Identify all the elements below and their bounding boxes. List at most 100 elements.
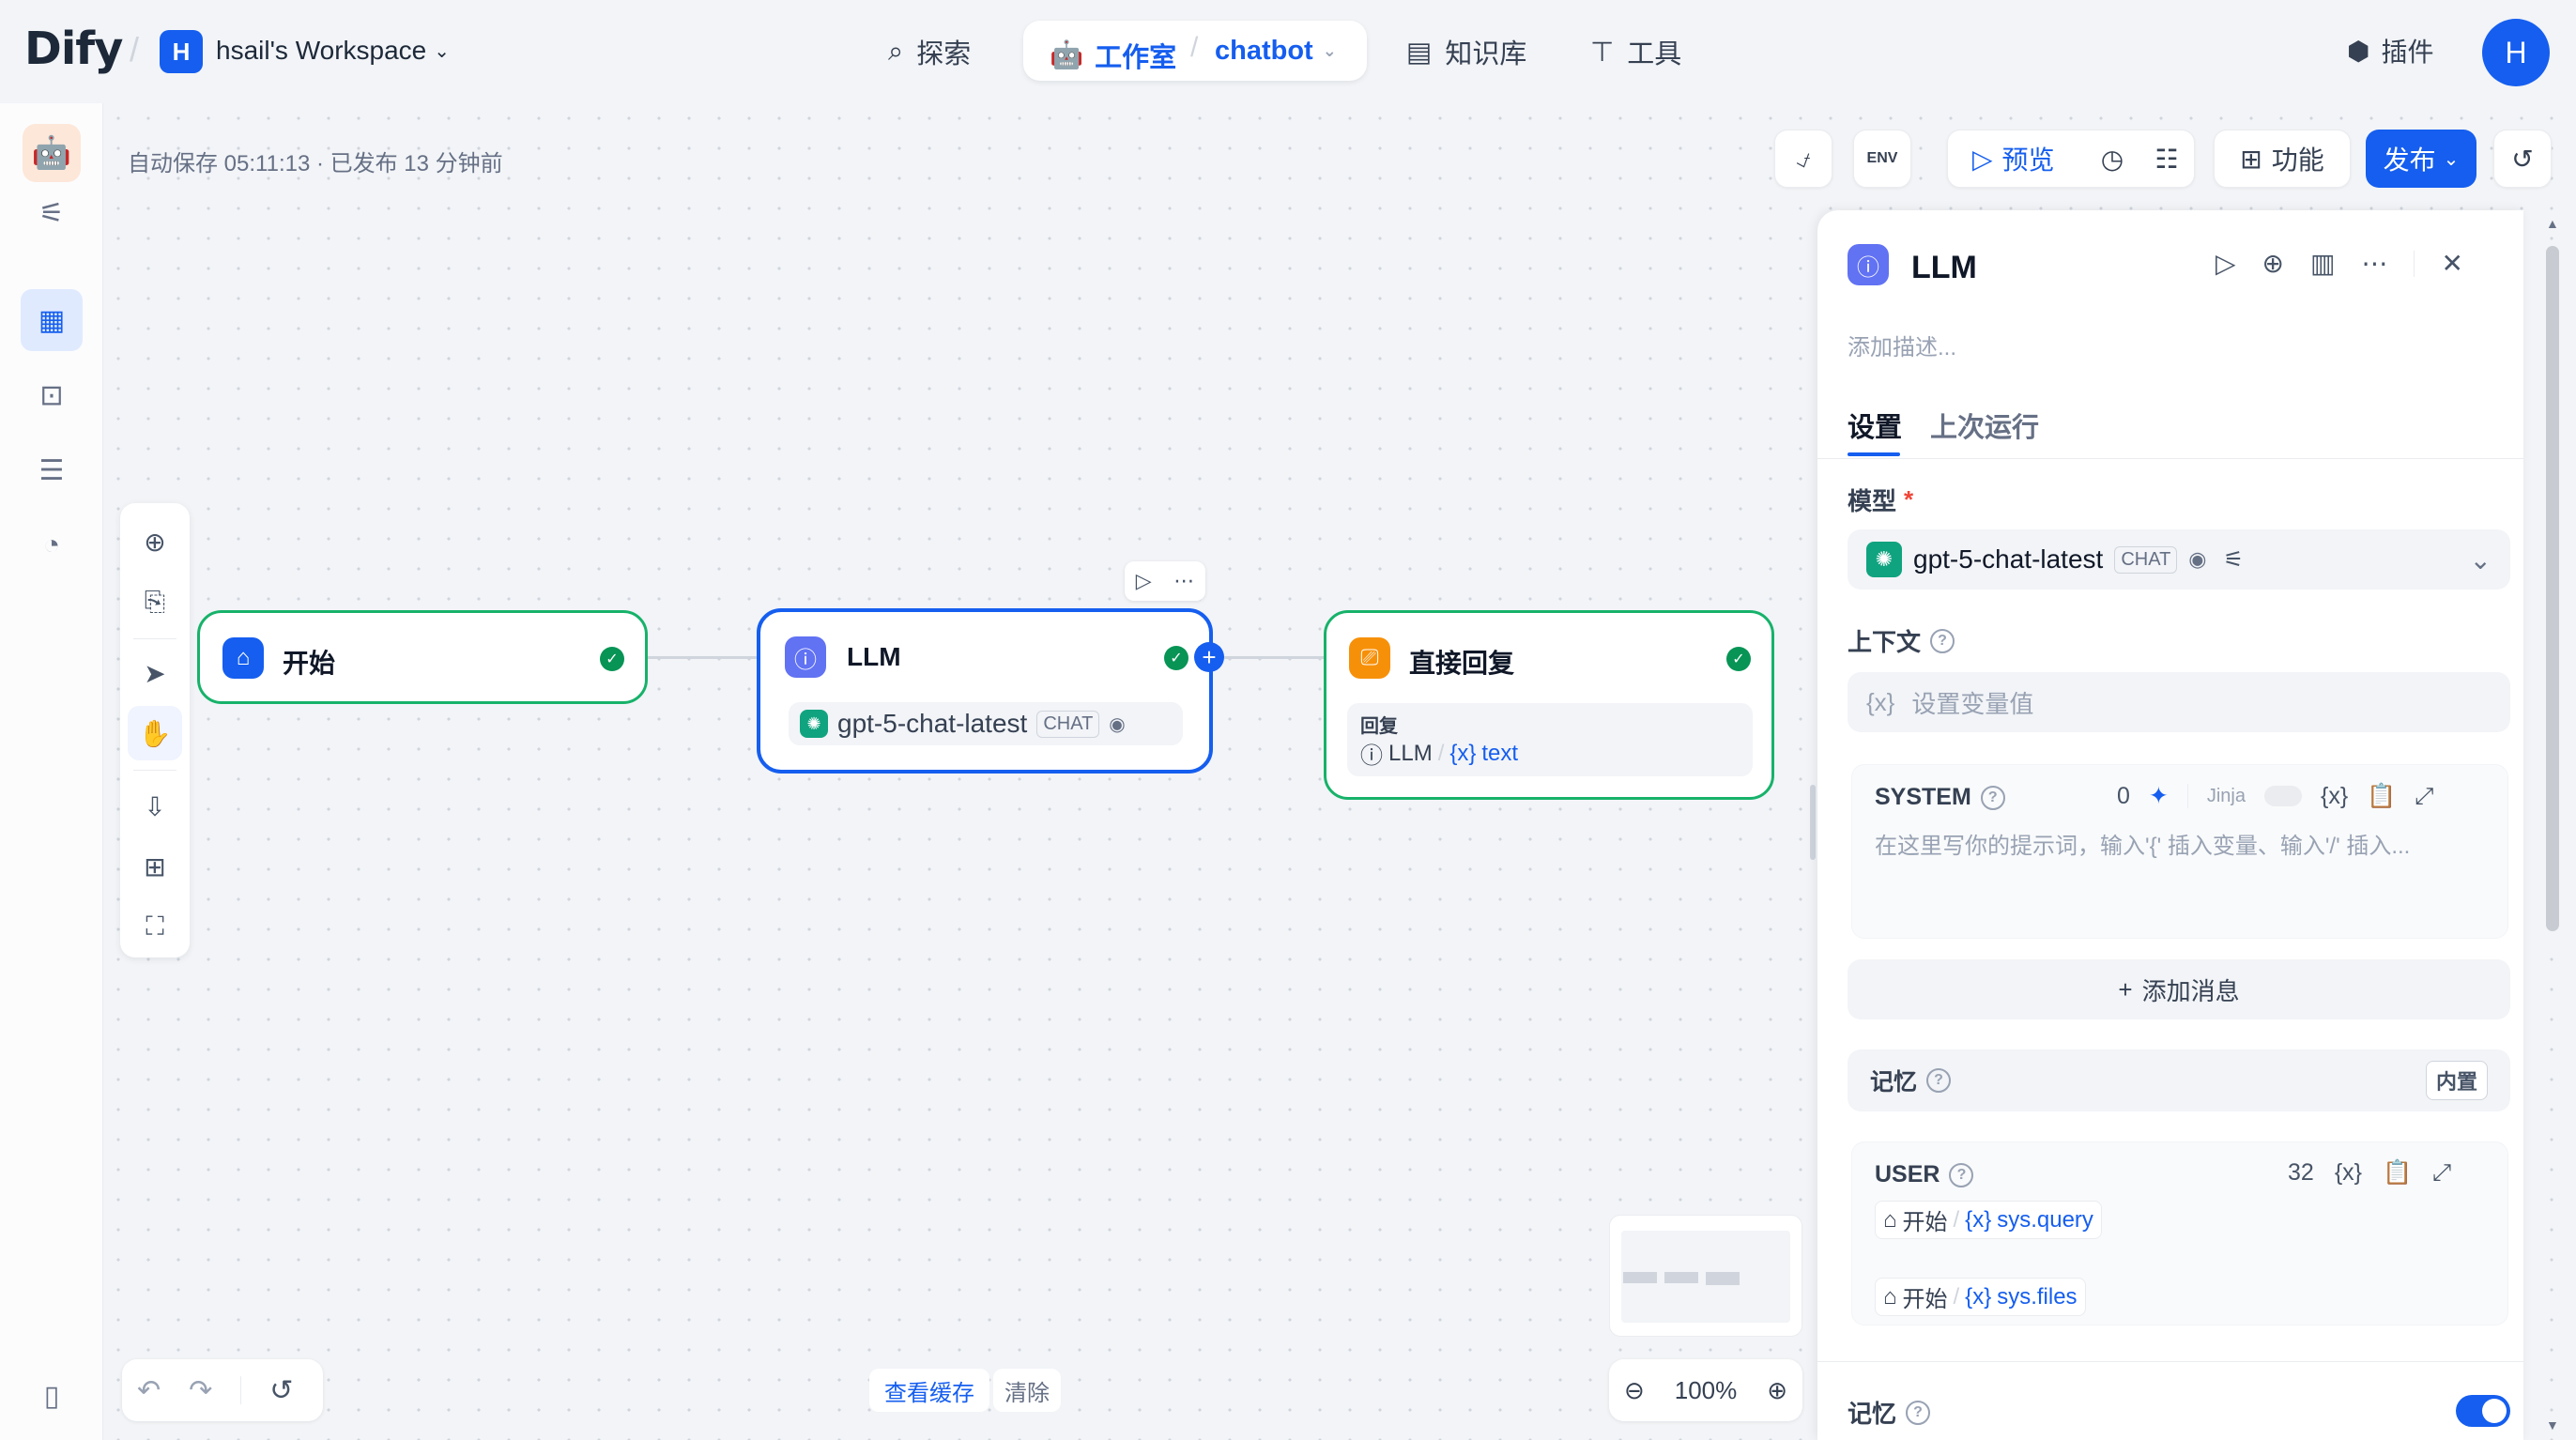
zoom-controls: ⊖ 100% ⊕ bbox=[1609, 1359, 1802, 1421]
variable-icon: {x} bbox=[1965, 1206, 1992, 1233]
active-tab-indicator bbox=[1848, 452, 1900, 456]
zoom-out-icon[interactable]: ⊖ bbox=[1624, 1376, 1645, 1405]
run-node-icon[interactable]: ▷ bbox=[1136, 569, 1152, 593]
user-var-files[interactable]: ⌂ 开始 / {x} sys.files bbox=[1875, 1278, 2086, 1316]
memory-toggle[interactable] bbox=[2456, 1395, 2510, 1427]
direct-reply-node[interactable]: ⎚ 直接回复 ✓ 回复 ⓘ LLM / {x} text bbox=[1324, 610, 1774, 800]
plugin-box-icon: ⬢ bbox=[2347, 36, 2370, 66]
monitor-gauge-icon[interactable]: ◔ bbox=[21, 514, 83, 576]
tool-icon: ⊤ bbox=[1590, 37, 1615, 68]
sliders-icon[interactable]: ⚟ bbox=[2224, 546, 2245, 574]
organize-blocks-icon[interactable]: ⊞ bbox=[128, 839, 182, 894]
nav-plugins[interactable]: ⬢ 插件 bbox=[2347, 32, 2433, 69]
jinja-toggle[interactable] bbox=[2264, 786, 2302, 806]
compass-icon: ⌕ bbox=[888, 36, 904, 67]
clipboard-icon[interactable]: 📋 bbox=[2367, 783, 2396, 810]
nav-explore[interactable]: ⌕ 探索 bbox=[888, 28, 971, 75]
variable-icon[interactable]: {x} bbox=[2335, 1159, 2362, 1187]
preview-button[interactable]: ▷ 预览 bbox=[1948, 140, 2085, 177]
chevron-down-icon: ⌄ bbox=[2443, 148, 2460, 170]
orchestrate-icon[interactable]: ▦ bbox=[21, 289, 83, 351]
variable-icon: {x} bbox=[1965, 1283, 1992, 1310]
play-icon[interactable]: ▷ bbox=[2216, 248, 2236, 279]
nav-studio[interactable]: 🤖 工作室 bbox=[1050, 36, 1176, 75]
undo-icon[interactable]: ↶ bbox=[137, 1374, 161, 1407]
app-robot-icon[interactable]: 🤖 bbox=[23, 124, 81, 182]
tab-settings[interactable]: 设置 bbox=[1848, 406, 1902, 445]
scroll-up-icon[interactable]: ▲ bbox=[2546, 216, 2559, 231]
help-icon[interactable]: ? bbox=[1906, 1400, 1931, 1425]
llm-node[interactable]: ⓘ LLM ✓ ✺ gpt-5-chat-latest CHAT ◉ bbox=[757, 608, 1213, 774]
sliders-icon[interactable]: ⚟ bbox=[21, 182, 83, 244]
clock-play-icon: ◷ bbox=[2100, 144, 2124, 174]
help-icon[interactable]: ? bbox=[1980, 785, 2005, 810]
scroll-down-icon[interactable]: ▼ bbox=[2546, 1417, 2559, 1432]
more-icon[interactable]: ⋯ bbox=[1173, 569, 1194, 593]
panel-title[interactable]: LLM bbox=[1911, 250, 1977, 286]
nav-studio-tab[interactable]: 🤖 工作室 / chatbot ⌄ bbox=[1023, 21, 1367, 81]
add-next-node-button[interactable]: + bbox=[1194, 642, 1224, 672]
help-icon[interactable]: ? bbox=[1926, 1068, 1952, 1093]
redo-icon[interactable]: ↷ bbox=[189, 1374, 212, 1407]
zoom-in-icon[interactable]: ⊕ bbox=[1767, 1376, 1787, 1405]
logs-icon[interactable]: ☰ bbox=[21, 439, 83, 501]
minimap-node bbox=[1706, 1272, 1740, 1285]
panel-scroll-thumb[interactable] bbox=[2546, 246, 2559, 931]
model-selector[interactable]: ✺ gpt-5-chat-latest CHAT ◉ ⚟ ⌄ bbox=[1848, 529, 2510, 590]
history-icon[interactable]: ↺ bbox=[269, 1374, 293, 1407]
add-note-icon[interactable]: ⎘ bbox=[128, 574, 182, 629]
workspace-avatar[interactable]: H bbox=[160, 30, 203, 73]
nav-knowledge[interactable]: ▤ 知识库 bbox=[1406, 28, 1526, 75]
minimap[interactable] bbox=[1609, 1215, 1802, 1337]
play-icon: ▷ bbox=[1972, 144, 1993, 174]
terminal-icon[interactable]: ⊡ bbox=[21, 364, 83, 426]
target-icon[interactable]: ⊕ bbox=[2262, 248, 2284, 279]
dify-logo[interactable]: Dify bbox=[24, 23, 123, 75]
more-icon[interactable]: ⋯ bbox=[2361, 248, 2387, 279]
variables-button[interactable]: ☷ bbox=[2139, 144, 2194, 175]
run-history-button[interactable]: ◷ bbox=[2085, 144, 2139, 175]
book-open-icon[interactable]: ▥ bbox=[2310, 248, 2335, 279]
context-input[interactable]: {x} 设置变量值 bbox=[1848, 672, 2510, 732]
export-image-icon[interactable]: ⇩ bbox=[128, 779, 182, 834]
system-prompt-box: SYSTEM ? 0 ✦ Jinja {x} 📋 ⤢ 在这里写你的提示词，输入'… bbox=[1851, 764, 2508, 939]
version-history-button[interactable]: ↺ bbox=[2493, 130, 2552, 188]
home-icon: ⌂ bbox=[1883, 1283, 1897, 1310]
panel-resize-handle[interactable] bbox=[1810, 785, 1816, 860]
nav-separator: / bbox=[1190, 32, 1199, 63]
variable-icon[interactable]: {x} bbox=[2321, 783, 2348, 810]
env-button[interactable]: ENV bbox=[1853, 130, 1911, 188]
hand-icon[interactable]: ✋ bbox=[128, 706, 182, 760]
chevron-down-icon: ⌄ bbox=[434, 40, 451, 62]
sparkle-icon[interactable]: ✦ bbox=[2149, 782, 2169, 810]
start-node[interactable]: ⌂ 开始 ✓ bbox=[197, 610, 648, 704]
pointer-icon[interactable]: ➤ bbox=[128, 646, 182, 700]
sidebar-toggle-icon[interactable]: ▯ bbox=[21, 1365, 83, 1427]
llm-node-model: ✺ gpt-5-chat-latest CHAT ◉ bbox=[789, 702, 1183, 745]
checklist-button[interactable]: ⍻ bbox=[1774, 130, 1832, 188]
expand-icon[interactable]: ⤢ bbox=[2415, 783, 2433, 810]
divider bbox=[2186, 784, 2188, 808]
nav-tools[interactable]: ⊤ 工具 bbox=[1590, 28, 1681, 75]
publish-button[interactable]: 发布 ⌄ bbox=[2366, 130, 2476, 188]
user-label: USER ? bbox=[1875, 1161, 1974, 1188]
description-input[interactable]: 添加描述... bbox=[1848, 329, 1956, 361]
system-prompt-input[interactable]: 在这里写你的提示词，输入'{' 插入变量、输入'/' 插入... bbox=[1875, 827, 2494, 860]
clear-button[interactable]: 清除 bbox=[993, 1369, 1061, 1412]
user-var-query[interactable]: ⌂ 开始 / {x} sys.query bbox=[1875, 1201, 2102, 1239]
help-icon[interactable]: ? bbox=[1930, 628, 1955, 653]
clipboard-icon[interactable]: 📋 bbox=[2383, 1159, 2412, 1187]
add-node-icon[interactable]: ⊕ bbox=[128, 514, 182, 569]
user-avatar[interactable]: H bbox=[2482, 19, 2550, 86]
zoom-level[interactable]: 100% bbox=[1675, 1376, 1738, 1405]
app-switcher[interactable]: chatbot ⌄ bbox=[1215, 36, 1337, 67]
add-message-button[interactable]: + 添加消息 bbox=[1848, 959, 2510, 1019]
close-icon[interactable]: ✕ bbox=[2441, 248, 2462, 279]
workspace-switcher[interactable]: hsail's Workspace ⌄ bbox=[216, 36, 450, 66]
tab-last-run[interactable]: 上次运行 bbox=[1930, 406, 2039, 445]
features-button[interactable]: ⊞ 功能 bbox=[2214, 130, 2351, 188]
fit-view-icon[interactable]: ⛶ bbox=[128, 899, 182, 954]
view-cache-button[interactable]: 查看缓存 bbox=[869, 1369, 989, 1412]
help-icon[interactable]: ? bbox=[1949, 1162, 1974, 1187]
expand-icon[interactable]: ⤢ bbox=[2432, 1159, 2451, 1187]
